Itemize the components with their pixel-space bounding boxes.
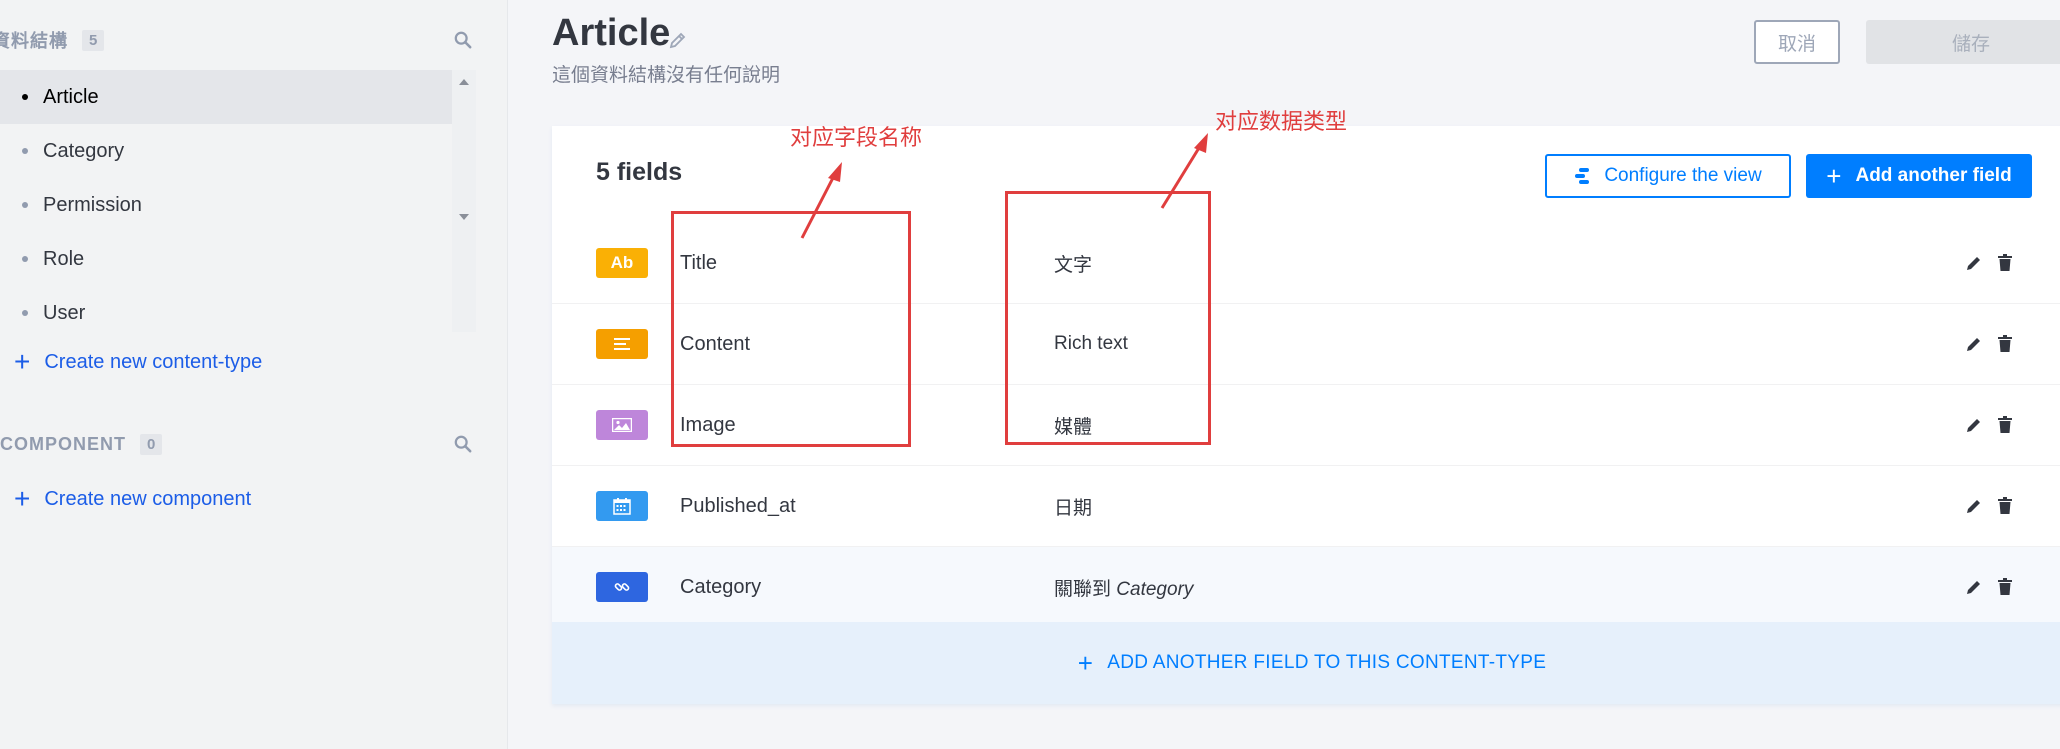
- edit-icon[interactable]: [1965, 497, 1983, 515]
- create-component-label: Create new component: [44, 487, 252, 510]
- content-types-title: 資料結構: [0, 31, 68, 51]
- search-icon[interactable]: [454, 435, 472, 453]
- plus-icon: +: [14, 346, 31, 377]
- field-name-highlight-box: [671, 211, 911, 447]
- field-row-published-at[interactable]: Published_at 日期: [552, 466, 2060, 547]
- add-field-label: Add another field: [1855, 165, 2012, 186]
- relation-target: Category: [1116, 578, 1194, 600]
- field-type: 日期: [1054, 497, 1093, 519]
- create-content-type-link[interactable]: + Create new content-type: [14, 348, 262, 376]
- field-name-annotation: 对应字段名称: [790, 126, 923, 151]
- sidebar-item-user[interactable]: User: [0, 286, 452, 340]
- content-types-header: 資料結構 5: [0, 25, 480, 55]
- sidebar-item-label: Role: [43, 247, 85, 270]
- image-icon: [612, 418, 632, 432]
- bullet-icon: [22, 256, 28, 262]
- bullet-icon: [22, 148, 28, 154]
- save-button[interactable]: 儲存: [1866, 20, 2060, 64]
- text-type-icon: Ab: [596, 248, 648, 278]
- edit-icon[interactable]: [1965, 254, 1983, 272]
- content-type-list: Article Category Permission Role User: [0, 70, 452, 340]
- sidebar-item-label: Permission: [43, 193, 142, 216]
- search-icon[interactable]: [454, 31, 472, 49]
- plus-icon: +: [1826, 161, 1842, 191]
- page-title: Article: [552, 12, 671, 54]
- add-field-footer-button[interactable]: + ADD ANOTHER FIELD TO THIS CONTENT-TYPE: [552, 622, 2060, 704]
- edit-icon[interactable]: [1965, 416, 1983, 434]
- trash-icon[interactable]: [1997, 416, 2013, 434]
- sidebar-item-label: Category: [43, 139, 125, 162]
- field-name: Category: [680, 575, 762, 598]
- date-type-icon: [596, 491, 648, 521]
- data-type-annotation: 对应数据类型: [1215, 110, 1348, 135]
- sidebar-item-label: Article: [43, 85, 99, 108]
- scroll-down-icon[interactable]: [459, 214, 469, 220]
- scroll-up-icon[interactable]: [459, 79, 469, 85]
- components-count: 0: [140, 433, 163, 455]
- page-description: 這個資料結構沒有任何說明: [552, 65, 781, 86]
- trash-icon[interactable]: [1997, 497, 2013, 515]
- data-type-highlight-box: [1005, 191, 1211, 445]
- richtext-type-icon: [596, 329, 648, 359]
- relation-prefix: 關聯到: [1054, 578, 1112, 600]
- paragraph-icon: [614, 338, 630, 350]
- edit-icon[interactable]: [1965, 578, 1983, 596]
- sidebar-item-permission[interactable]: Permission: [0, 178, 452, 232]
- relation-type-icon: [596, 572, 648, 602]
- bullet-icon: [22, 202, 28, 208]
- components-title: COMPONENT: [0, 433, 126, 454]
- pencil-icon[interactable]: [668, 30, 688, 50]
- field-row-category[interactable]: Category 關聯到 Category: [552, 547, 2060, 628]
- bullet-icon: [22, 310, 28, 316]
- calendar-icon: [613, 497, 631, 515]
- add-field-button[interactable]: + Add another field: [1806, 154, 2032, 198]
- configure-view-button[interactable]: Configure the view: [1545, 154, 1791, 198]
- link-icon: [614, 583, 630, 591]
- create-content-type-label: Create new content-type: [44, 350, 263, 373]
- fields-count-title: 5 fields: [596, 158, 683, 186]
- sidebar-item-category[interactable]: Category: [0, 124, 452, 178]
- sidebar-item-role[interactable]: Role: [0, 232, 452, 286]
- bullet-icon: [22, 94, 28, 100]
- plus-icon: +: [14, 483, 31, 514]
- create-component-link[interactable]: + Create new component: [14, 485, 251, 513]
- sidebar-item-article[interactable]: Article: [0, 70, 452, 124]
- sidebar-scrollbar[interactable]: [452, 70, 476, 332]
- trash-icon[interactable]: [1997, 335, 2013, 353]
- layout-icon: [1575, 168, 1590, 184]
- sidebar-item-label: User: [43, 301, 86, 324]
- plus-icon: +: [1077, 648, 1094, 678]
- sidebar: 資料結構 5 Article Category Permission Role …: [0, 0, 508, 749]
- edit-icon[interactable]: [1965, 335, 1983, 353]
- trash-icon[interactable]: [1997, 578, 2013, 596]
- components-header: COMPONENT 0: [0, 429, 480, 459]
- content-types-count: 5: [82, 29, 105, 51]
- add-field-footer-label: ADD ANOTHER FIELD TO THIS CONTENT-TYPE: [1107, 652, 1547, 673]
- configure-view-label: Configure the view: [1604, 165, 1762, 186]
- trash-icon[interactable]: [1997, 254, 2013, 272]
- field-type: 關聯到 Category: [1054, 574, 1193, 601]
- cancel-button[interactable]: 取消: [1754, 20, 1840, 64]
- field-name: Published_at: [680, 494, 796, 517]
- media-type-icon: [596, 410, 648, 440]
